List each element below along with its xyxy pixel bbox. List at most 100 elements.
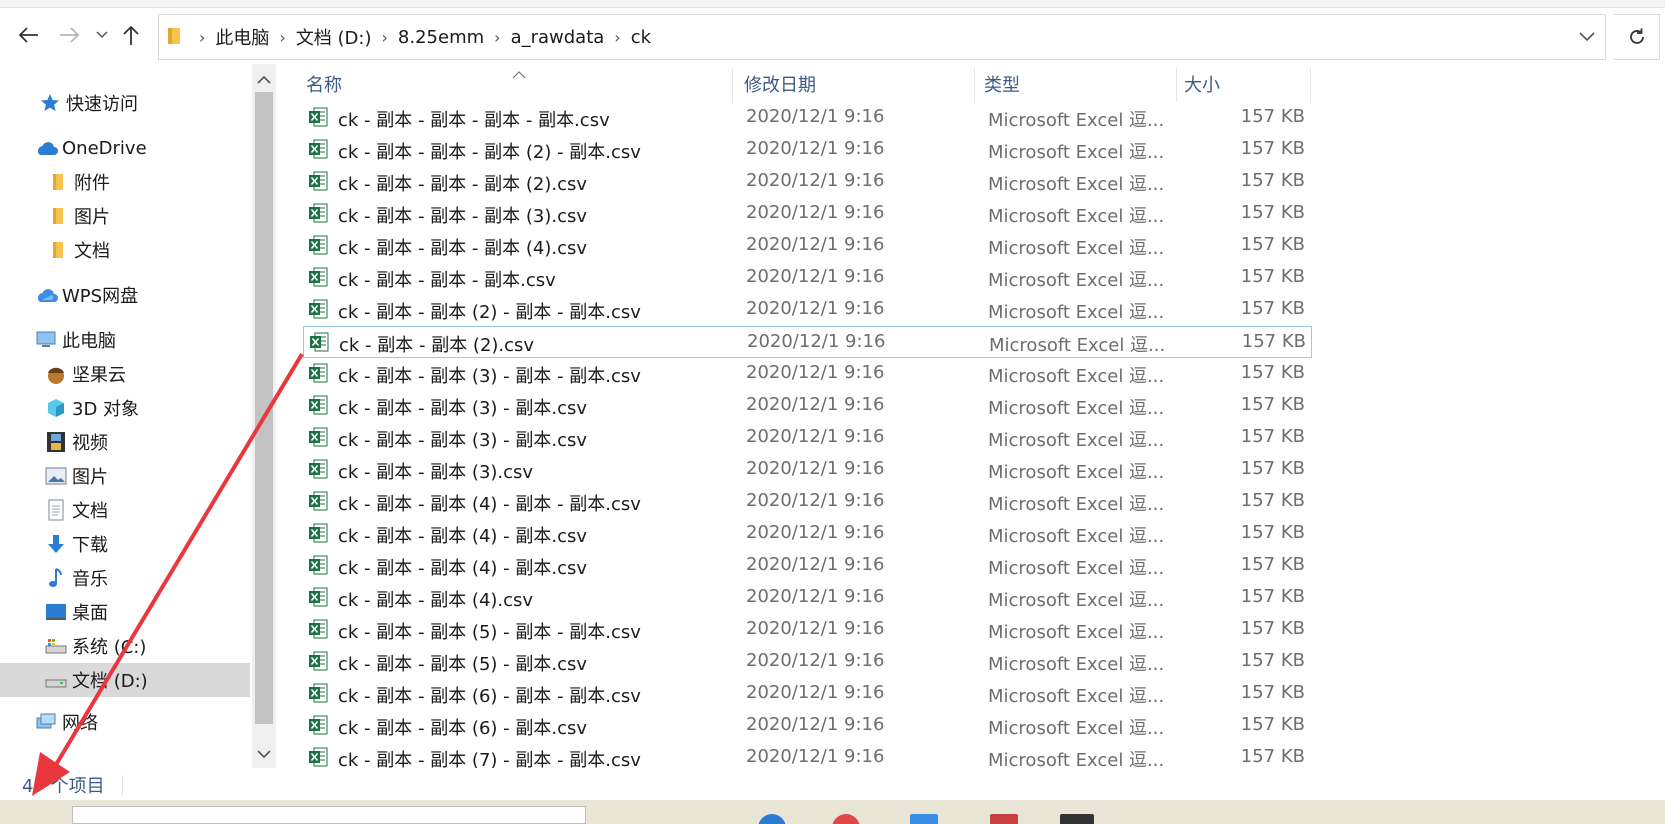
excel-csv-file-icon: [308, 203, 328, 223]
file-row[interactable]: ck - 副本 - 副本 (3) - 副本.csv 2020/12/1 9:16 M…: [303, 422, 1312, 454]
file-row[interactable]: ck - 副本 - 副本 (4) - 副本 - 副本.csv 2020/12/1 …: [303, 486, 1312, 518]
file-row[interactable]: ck - 副本 - 副本 (4) - 副本.csv 2020/12/1 9:16 M…: [303, 518, 1312, 550]
file-size: 157 KB: [1240, 234, 1305, 255]
breadcrumb-chevron-icon[interactable]: ›: [614, 28, 620, 47]
file-size: 157 KB: [1240, 298, 1305, 319]
file-size: 157 KB: [1240, 458, 1305, 479]
file-name: ck - 副本 - 副本 (5) - 副本 - 副本.csv: [338, 622, 641, 643]
taskbar-app-icon[interactable]: [832, 814, 860, 824]
breadcrumb-folder-8-25emm[interactable]: 8.25emm: [398, 27, 484, 48]
refresh-button[interactable]: [1614, 14, 1660, 60]
file-row[interactable]: ck - 副本 - 副本 - 副本 (2).csv 2020/12/1 9:16 M…: [303, 166, 1312, 198]
file-row[interactable]: ck - 副本 - 副本 - 副本 (2) - 副本.csv 2020/12/1 …: [303, 134, 1312, 166]
sidebar-item-music[interactable]: 音乐: [0, 561, 250, 595]
file-name: ck - 副本 - 副本 - 副本 (4).csv: [338, 238, 588, 259]
sidebar-item-this-pc[interactable]: 此电脑: [0, 323, 250, 357]
excel-csv-file-icon: [308, 619, 328, 639]
taskbar-search-box[interactable]: [72, 806, 586, 824]
column-header-size[interactable]: 大小: [1184, 64, 1304, 104]
forward-button[interactable]: [56, 20, 84, 50]
file-type: Microsoft Excel 逗...: [988, 526, 1165, 547]
file-modified-date: 2020/12/1 9:16: [746, 234, 885, 255]
sidebar-item-quick-access[interactable]: 快速访问: [0, 86, 250, 120]
file-row[interactable]: ck - 副本 - 副本 - 副本 - 副本.csv 2020/12/1 9:16…: [303, 102, 1312, 134]
sidebar-item-3d-objects[interactable]: 3D 对象: [0, 391, 250, 425]
breadcrumb-chevron-icon[interactable]: ›: [494, 28, 500, 47]
status-divider: [122, 775, 123, 795]
file-modified-date: 2020/12/1 9:16: [746, 138, 885, 159]
scroll-up-arrow-icon[interactable]: [256, 70, 272, 90]
file-row[interactable]: ck - 副本 - 副本 (3) - 副本.csv 2020/12/1 9:16 M…: [303, 390, 1312, 422]
column-header-date[interactable]: 修改日期: [744, 64, 972, 104]
file-type: Microsoft Excel 逗...: [988, 462, 1165, 483]
column-divider[interactable]: [1310, 68, 1311, 102]
scroll-down-arrow-icon[interactable]: [256, 744, 272, 764]
file-row[interactable]: ck - 副本 - 副本 (3).csv 2020/12/1 9:16 Micros…: [303, 454, 1312, 486]
scrollbar-thumb[interactable]: [255, 92, 273, 724]
column-divider[interactable]: [974, 68, 975, 102]
sidebar-item-onedrive-documents[interactable]: 文档: [0, 233, 250, 267]
file-size: 157 KB: [1240, 426, 1305, 447]
sidebar-item-onedrive-pictures[interactable]: 图片: [0, 199, 250, 233]
taskbar-app-icon[interactable]: [910, 814, 938, 824]
address-history-chevron-icon[interactable]: [1579, 27, 1595, 47]
file-row[interactable]: ck - 副本 - 副本 (6) - 副本.csv 2020/12/1 9:16 M…: [303, 710, 1312, 742]
taskbar-app-icon[interactable]: [990, 814, 1018, 824]
drive-icon: [44, 634, 68, 658]
file-size: 157 KB: [1240, 170, 1305, 191]
file-row[interactable]: ck - 副本 - 副本 - 副本 (3).csv 2020/12/1 9:16 M…: [303, 198, 1312, 230]
network-icon: [34, 710, 58, 734]
file-row[interactable]: ck - 副本 - 副本 (6) - 副本 - 副本.csv 2020/12/1 …: [303, 678, 1312, 710]
sidebar-item-wps-drive[interactable]: WPS网盘: [0, 278, 250, 312]
cube-icon: [44, 396, 68, 420]
sidebar-item-label: 下载: [72, 535, 108, 556]
taskbar-app-icon[interactable]: [758, 814, 786, 824]
nut-icon: [44, 362, 68, 386]
file-row[interactable]: ck - 副本 - 副本 - 副本.csv 2020/12/1 9:16 Micro…: [303, 262, 1312, 294]
column-divider[interactable]: [732, 68, 733, 102]
sidebar-item-drive-c[interactable]: 系统 (C:): [0, 629, 250, 663]
file-row[interactable]: ck - 副本 - 副本 (5) - 副本 - 副本.csv 2020/12/1 …: [303, 614, 1312, 646]
file-row[interactable]: ck - 副本 - 副本 - 副本 (4).csv 2020/12/1 9:16 M…: [303, 230, 1312, 262]
sidebar-item-videos[interactable]: 视频: [0, 425, 250, 459]
file-name: ck - 副本 - 副本 (4).csv: [338, 590, 534, 611]
column-header-type[interactable]: 类型: [984, 64, 1174, 104]
sidebar-item-jianguoyun[interactable]: 坚果云: [0, 357, 250, 391]
breadcrumb-chevron-icon[interactable]: ›: [382, 28, 388, 47]
file-modified-date: 2020/12/1 9:16: [747, 331, 886, 352]
file-row[interactable]: ck - 副本 - 副本 (4).csv 2020/12/1 9:16 Micros…: [303, 582, 1312, 614]
up-arrow-icon: [123, 25, 139, 45]
sidebar-item-attachments[interactable]: 附件: [0, 165, 250, 199]
sidebar-scrollbar[interactable]: [252, 64, 276, 768]
cloud-icon: [34, 136, 58, 160]
file-row[interactable]: ck - 副本 - 副本 (3) - 副本 - 副本.csv 2020/12/1 …: [303, 358, 1312, 390]
column-header-name[interactable]: 名称: [306, 64, 726, 104]
sidebar-item-downloads[interactable]: 下载: [0, 527, 250, 561]
sidebar-item-drive-d[interactable]: 文档 (D:): [0, 663, 250, 697]
breadcrumb-this-pc[interactable]: 此电脑: [215, 24, 269, 50]
folder-icon: [46, 170, 70, 194]
file-row[interactable]: ck - 副本 - 副本 (2).csv 2020/12/1 9:16 Micros…: [303, 326, 1312, 358]
breadcrumb-drive-d[interactable]: 文档 (D:): [296, 24, 372, 50]
breadcrumb-folder-ck[interactable]: ck: [631, 27, 651, 48]
excel-csv-file-icon: [308, 555, 328, 575]
column-divider[interactable]: [1176, 68, 1177, 102]
file-modified-date: 2020/12/1 9:16: [746, 490, 885, 511]
sidebar-item-onedrive[interactable]: OneDrive: [0, 131, 250, 165]
breadcrumb-folder-a-rawdata[interactable]: a_rawdata: [511, 27, 605, 48]
sidebar-item-network[interactable]: 网络: [0, 707, 250, 737]
breadcrumb-chevron-icon[interactable]: ›: [279, 28, 285, 47]
sidebar-item-pictures[interactable]: 图片: [0, 459, 250, 493]
file-type: Microsoft Excel 逗...: [988, 174, 1165, 195]
address-bar[interactable]: › 此电脑 › 文档 (D:) › 8.25emm › a_rawdata › …: [158, 14, 1606, 60]
file-row[interactable]: ck - 副本 - 副本 (4) - 副本.csv 2020/12/1 9:16 M…: [303, 550, 1312, 582]
recent-locations-button[interactable]: [92, 20, 112, 50]
up-button[interactable]: [118, 20, 144, 50]
taskbar-app-icon[interactable]: [1060, 814, 1094, 824]
file-row[interactable]: ck - 副本 - 副本 (2) - 副本 - 副本.csv 2020/12/1 …: [303, 294, 1312, 326]
back-button[interactable]: [14, 20, 42, 50]
folder-icon: [46, 204, 70, 228]
sidebar-item-desktop[interactable]: 桌面: [0, 595, 250, 629]
sidebar-item-documents[interactable]: 文档: [0, 493, 250, 527]
file-row[interactable]: ck - 副本 - 副本 (5) - 副本.csv 2020/12/1 9:16 M…: [303, 646, 1312, 678]
